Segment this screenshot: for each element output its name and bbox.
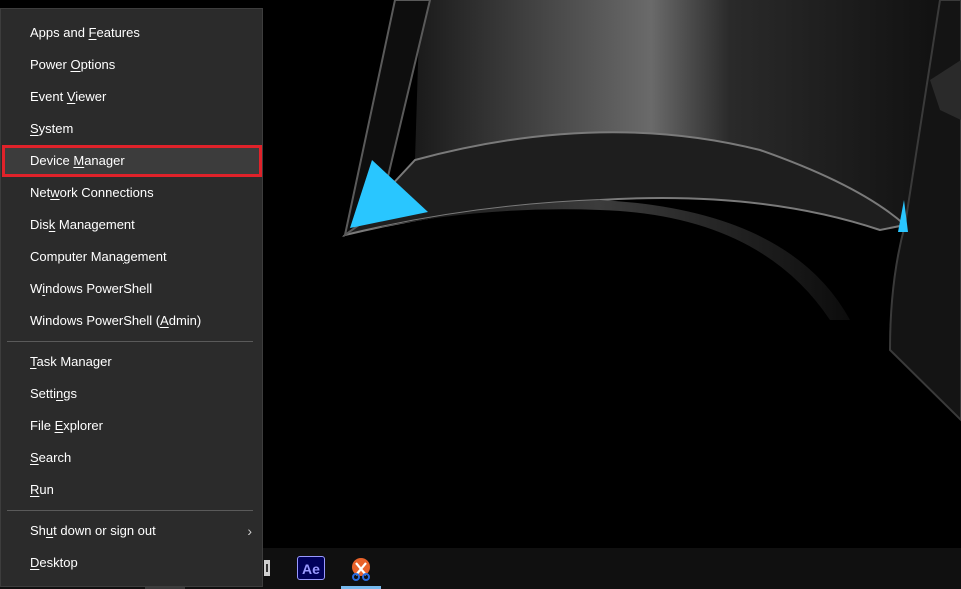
menu-item-label: iewer (75, 89, 107, 104)
menu-item-label: Dis (30, 217, 49, 232)
menu-item-label: Sh (30, 523, 46, 538)
menu-item[interactable]: Power Options (2, 49, 262, 81)
menu-item-label: Windows PowerShell ( (30, 313, 161, 328)
menu-item[interactable]: Computer Management (2, 241, 262, 273)
menu-item-label: ask Manager (36, 354, 112, 369)
menu-item-label: gs (63, 386, 77, 401)
menu-item-access-key: F (88, 25, 97, 40)
menu-item[interactable]: Settings (2, 378, 262, 410)
menu-item[interactable]: Windows PowerShell (2, 273, 262, 305)
menu-item-label: t down or sign out (53, 523, 156, 538)
menu-item-label: Apps and (30, 25, 89, 40)
menu-item-label: ork Connections (59, 185, 154, 200)
menu-item[interactable]: Network Connections (2, 177, 262, 209)
menu-separator (7, 341, 253, 342)
menu-item-label: Computer Mana (30, 249, 124, 264)
menu-item-label: earch (38, 450, 72, 465)
chevron-right-icon: › (247, 523, 252, 539)
menu-item[interactable]: Run (2, 474, 262, 506)
menu-item-label: anager (84, 153, 125, 168)
menu-item[interactable]: Disk Management (2, 209, 262, 241)
menu-separator (7, 510, 253, 511)
menu-item-access-key: S (30, 450, 39, 465)
menu-item-access-key: S (30, 121, 39, 136)
menu-item-label: File (30, 418, 55, 433)
quick-link-menu: Apps and Features Power Options Event View… (0, 8, 263, 587)
menu-item-label: dmin) (168, 313, 202, 328)
menu-item-access-key: E (54, 418, 64, 433)
menu-item-label: Net (30, 185, 51, 200)
menu-item-label: Power (30, 57, 71, 72)
menu-item-label: ement (130, 249, 167, 264)
menu-item-label: xplorer (63, 418, 103, 433)
menu-item-label: ndows PowerShell (45, 281, 153, 296)
menu-item[interactable]: File Explorer (2, 410, 262, 442)
menu-item-label: Setti (30, 386, 57, 401)
menu-item[interactable]: Search (2, 442, 262, 474)
menu-item-access-key: A (160, 313, 169, 328)
menu-item-label: ptions (80, 57, 116, 72)
menu-item-label: W (30, 281, 43, 296)
menu-item-label: Device (30, 153, 74, 168)
menu-item-label: esktop (39, 555, 78, 570)
menu-item-access-key: O (70, 57, 81, 72)
menu-item-access-key: R (30, 482, 40, 497)
menu-item-label: eatures (96, 25, 140, 40)
menu-item-label: Management (55, 217, 135, 232)
menu-item[interactable]: Desktop (2, 547, 262, 579)
menu-item-label: un (39, 482, 54, 497)
menu-item[interactable]: Device Manager (2, 145, 262, 177)
after-effects-icon[interactable]: Ae (297, 556, 325, 580)
menu-item-label: ystem (38, 121, 74, 136)
menu-item-access-key: D (30, 555, 40, 570)
menu-item-access-key: w (50, 185, 60, 200)
menu-item-access-key: M (73, 153, 85, 168)
snipping-tool-icon[interactable] (347, 555, 375, 583)
menu-item[interactable]: Apps and Features (2, 17, 262, 49)
menu-item[interactable]: Event Viewer (2, 81, 262, 113)
menu-item[interactable]: Shut down or sign out › (2, 515, 262, 547)
menu-item[interactable]: Windows PowerShell (Admin) (2, 305, 262, 337)
menu-item[interactable]: System (2, 113, 262, 145)
menu-item[interactable]: Task Manager (2, 346, 262, 378)
menu-item-label: Event (30, 89, 67, 104)
